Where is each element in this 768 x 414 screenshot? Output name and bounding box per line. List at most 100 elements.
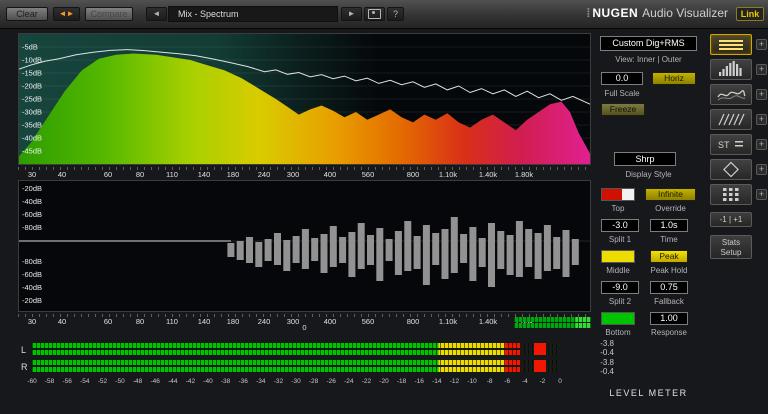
display-style-dropdown[interactable]: Shrp (614, 152, 676, 166)
top-label: Top (611, 204, 625, 213)
add-level-meter-button[interactable]: + (756, 39, 767, 50)
meter-scale-label: -40 (203, 378, 213, 385)
snapshot-button[interactable] (364, 7, 385, 21)
db-axis-label: -25dB (22, 95, 42, 104)
view-button-spectrogram[interactable] (710, 84, 752, 105)
view-button-grid[interactable] (710, 184, 752, 205)
freq-label: 1.80k (514, 170, 534, 179)
help-button[interactable]: ? (387, 7, 404, 21)
meter-strip (32, 350, 560, 355)
view-mode-toggle[interactable]: View: Inner | Outer (600, 55, 697, 64)
toolbar: Clear ◄► Compare ◄ Mix - Spectrum ► ? ⁞ N… (0, 0, 768, 29)
meter-scale-label: -6 (504, 378, 511, 385)
add-stereo-button[interactable]: + (756, 139, 767, 150)
play-button[interactable]: ► (341, 7, 362, 21)
time-label: Time (660, 235, 678, 244)
channel-label-left: L (21, 345, 27, 355)
freq-label: 1.10k (438, 170, 458, 179)
freq-label: 400 (323, 170, 337, 179)
meter-scale-label: -60 (27, 378, 37, 385)
add-spectrogram-button[interactable]: + (756, 89, 767, 100)
add-vectorscope-button[interactable]: + (756, 164, 767, 175)
spectrum-display[interactable]: -5dB -10dB -15dB -20dB -25dB -30dB -35dB -40dB -… (18, 33, 591, 165)
view-button-level-meter[interactable] (710, 34, 752, 55)
freeze-button[interactable]: Freeze (601, 103, 645, 116)
middle-label: Middle (606, 266, 630, 275)
db-axis-label: -20dB (22, 184, 42, 193)
left-triangle-icon: ◄ (152, 9, 161, 18)
db-axis-label: -60dB (22, 270, 42, 279)
compare-button[interactable]: Compare (85, 7, 133, 21)
db-axis-label: -60dB (22, 210, 42, 219)
meter-strip (32, 343, 560, 348)
preset-selector[interactable]: Mix - Spectrum (168, 6, 338, 22)
camera-icon (368, 9, 381, 19)
level-readouts: -3.8 -0.4 -3.8 -0.4 (592, 339, 614, 376)
meter-scale-label: -8 (486, 378, 493, 385)
freq-label: 30 (27, 170, 37, 179)
stereo-icon: ST (718, 140, 743, 150)
split2-input[interactable]: -9.0 (601, 281, 639, 294)
freq-label: 800 (406, 170, 420, 179)
freq-label: 560 (361, 170, 375, 179)
clear-button[interactable]: Clear (6, 7, 48, 21)
channel-label-right: R (21, 362, 28, 372)
bottom-color-swatch[interactable] (601, 312, 635, 325)
bottom-label: Bottom (605, 328, 631, 337)
override-label: Override (655, 204, 686, 213)
frequency-scale-top: 30 40 60 80 110 140 180 240 300 400 560 800 1.10k 1.4… (18, 167, 591, 179)
meter-bar-left (32, 342, 560, 356)
grid-icon (723, 188, 739, 201)
response-input[interactable]: 1.00 (650, 312, 688, 325)
meter-scale-label: -48 (132, 378, 143, 385)
top-color-swatch[interactable] (601, 188, 635, 201)
meter-scale-label: -30 (291, 378, 301, 385)
peak-hold-label: Peak Hold (650, 266, 688, 275)
add-grid-button[interactable]: + (756, 189, 767, 200)
stats-setup-button[interactable]: Stats Setup (710, 235, 752, 259)
db-axis-label: -20dB (22, 82, 42, 91)
meter-channel-right: R (18, 359, 591, 374)
db-axis-label: -15dB (22, 69, 42, 78)
ab-arrows-button[interactable]: ◄► (53, 7, 80, 21)
meter-strip (32, 367, 560, 372)
view-button-vectorscope[interactable] (710, 159, 752, 180)
split2-label: Split 2 (608, 297, 632, 306)
view-button-history[interactable] (710, 109, 752, 130)
spectrum-icon (719, 61, 742, 76)
meter-scale-label: -58 (44, 378, 55, 385)
full-scale-input[interactable]: 0.0 (601, 72, 643, 85)
time-input[interactable]: 1.0s (650, 219, 688, 232)
horiz-button[interactable]: Horiz (652, 72, 696, 85)
meter-mode-dropdown[interactable]: Custom Dig+RMS (600, 36, 697, 51)
middle-color-swatch[interactable] (601, 250, 635, 263)
view-selector-strip: -1 | +1 Stats Setup + + + + ST + + + (704, 0, 768, 414)
nugen-dots-icon: ⁞ (586, 6, 591, 20)
db-axis-label: -35dB (22, 121, 42, 130)
prev-preset-button[interactable]: ◄ (146, 7, 167, 21)
fallback-input[interactable]: 0.75 (650, 281, 688, 294)
infinite-button[interactable]: Infinite (645, 188, 696, 201)
split1-input[interactable]: -3.0 (601, 219, 639, 232)
plugin-window: Clear ◄► Compare ◄ Mix - Spectrum ► ? ⁞ N… (0, 0, 768, 414)
add-spectrum-button[interactable]: + (756, 64, 767, 75)
level-meter-icon (719, 40, 743, 50)
peak-button[interactable]: Peak (650, 250, 688, 263)
view-button-stereo[interactable]: ST (710, 134, 752, 155)
freq-label: 80 (135, 170, 145, 179)
difference-display[interactable]: -20dB -40dB -60dB -80dB -80dB -60dB -40dB -20dB (18, 180, 591, 312)
view-button-spectrum[interactable] (710, 59, 752, 80)
add-history-button[interactable]: + (756, 114, 767, 125)
level-readout: -0.4 (600, 348, 614, 357)
db-axis-label: -10dB (22, 56, 42, 65)
freq-label: 1.40k (478, 170, 498, 179)
meter-scale-label: -12 (449, 378, 460, 385)
channel-offset-button[interactable]: -1 | +1 (710, 212, 752, 227)
fallback-label: Fallback (654, 297, 684, 306)
db-axis-label: -40dB (22, 283, 42, 292)
meter-scale-label: -18 (396, 378, 407, 385)
freq-label: 40 (57, 170, 67, 179)
meter-scale-label: -2 (539, 378, 546, 385)
level-readout: -3.8 (600, 339, 614, 348)
brand-name: NUGEN (592, 6, 639, 20)
